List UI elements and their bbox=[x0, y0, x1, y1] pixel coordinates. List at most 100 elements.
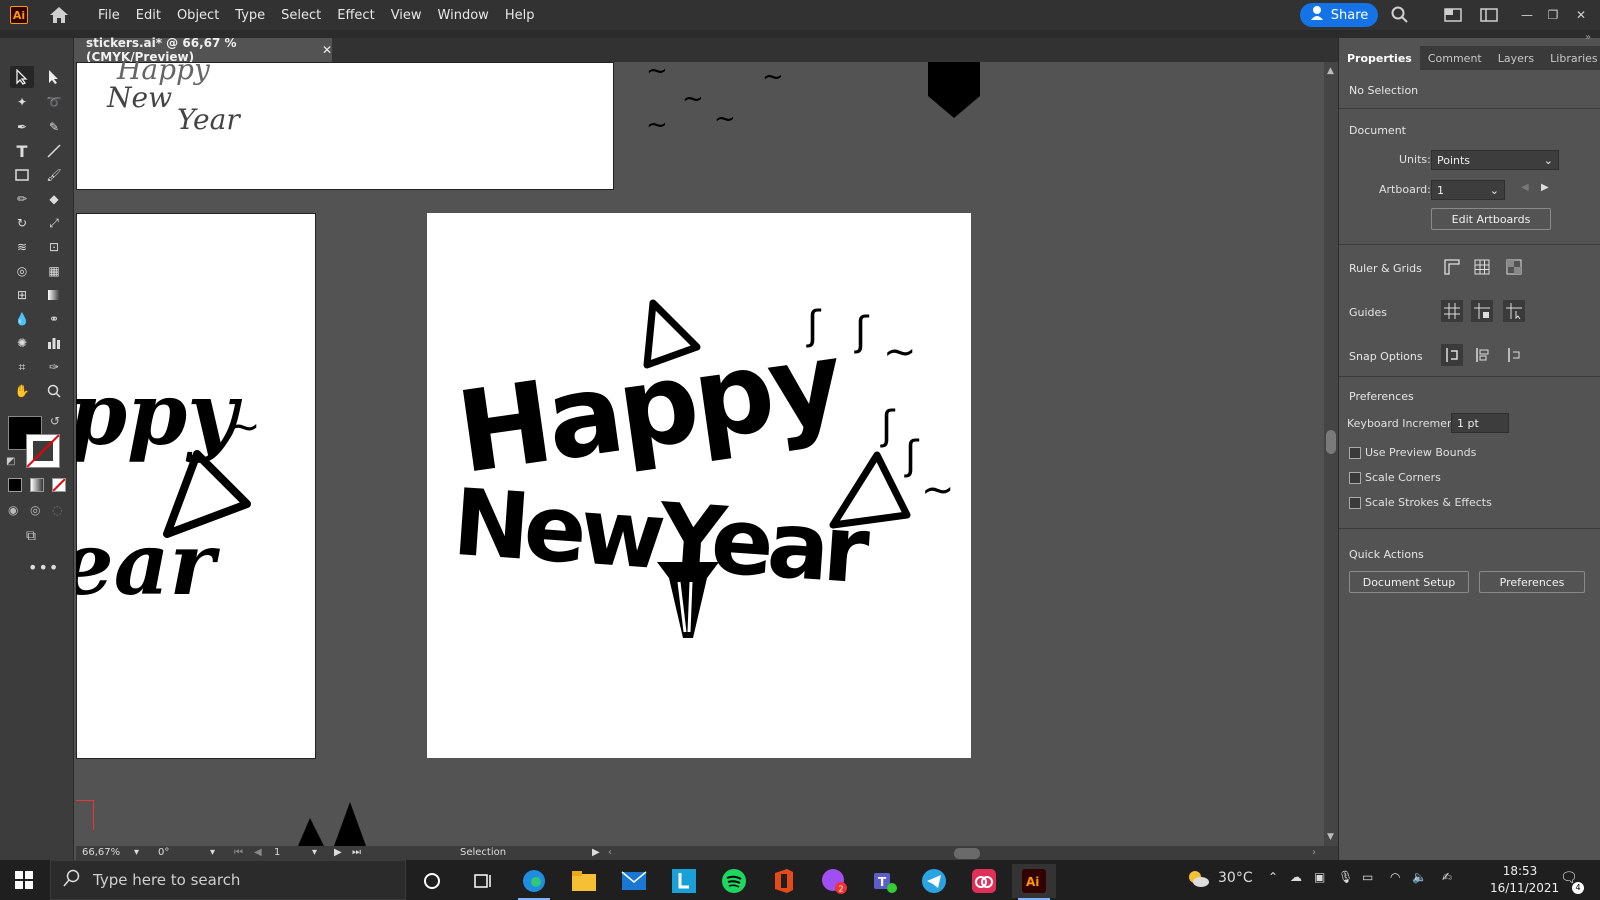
artboard-tool-icon[interactable]: ⌗ bbox=[10, 356, 34, 378]
document-setup-button[interactable]: Document Setup bbox=[1349, 571, 1469, 593]
tab-comment[interactable]: Comment bbox=[1420, 46, 1490, 70]
direct-selection-tool-icon[interactable] bbox=[42, 66, 66, 88]
lucidchart-icon[interactable] bbox=[662, 864, 706, 898]
transparency-grid-icon[interactable] bbox=[1503, 256, 1525, 278]
battery-icon[interactable]: ▭ bbox=[1362, 870, 1373, 884]
onedrive-icon[interactable]: ☁ bbox=[1290, 870, 1302, 884]
blend-tool-icon[interactable]: ⚭ bbox=[42, 308, 66, 330]
artboard-select[interactable]: 1 ⌄ bbox=[1431, 180, 1505, 200]
tab-properties[interactable]: Properties bbox=[1339, 46, 1420, 70]
menu-file[interactable]: File bbox=[90, 8, 128, 23]
scale-strokes-checkbox[interactable]: Scale Strokes & Effects bbox=[1349, 496, 1492, 509]
draw-inside-icon[interactable]: ◌ bbox=[52, 503, 62, 517]
search-icon[interactable] bbox=[1390, 5, 1410, 25]
use-preview-bounds-checkbox[interactable]: Use Preview Bounds bbox=[1349, 446, 1476, 459]
edit-toolbar-icon[interactable]: ••• bbox=[28, 558, 59, 577]
scroll-right-icon[interactable]: › bbox=[1312, 847, 1316, 858]
keyboard-increment-input[interactable]: 1 pt bbox=[1451, 413, 1509, 433]
selection-tool-icon[interactable] bbox=[10, 66, 34, 88]
swap-fill-stroke-icon[interactable]: ↺ bbox=[50, 414, 60, 428]
home-icon[interactable] bbox=[48, 4, 70, 26]
edit-artboards-button[interactable]: Edit Artboards bbox=[1431, 208, 1551, 230]
first-artboard-icon[interactable]: ⏮ bbox=[234, 847, 243, 858]
creative-cloud-icon[interactable] bbox=[962, 864, 1006, 898]
scroll-up-icon[interactable]: ▲ bbox=[1327, 66, 1334, 76]
draw-behind-icon[interactable]: ◎ bbox=[30, 503, 40, 517]
eraser-tool-icon[interactable]: ◆ bbox=[42, 188, 66, 210]
illustrator-taskbar-icon[interactable]: Ai bbox=[1012, 864, 1056, 900]
weather-temperature[interactable]: 30°C bbox=[1218, 870, 1253, 886]
rotation-dropdown-icon[interactable]: ▾ bbox=[210, 847, 215, 858]
edge-browser-icon[interactable] bbox=[512, 864, 556, 900]
scroll-left-icon[interactable]: ‹ bbox=[608, 847, 612, 858]
windows-start-icon[interactable] bbox=[0, 860, 48, 900]
workspace-icon[interactable] bbox=[1479, 5, 1499, 25]
menu-window[interactable]: Window bbox=[430, 8, 497, 23]
screen-mode-icon[interactable]: ⧉ bbox=[26, 528, 36, 544]
volume-icon[interactable]: 🔈 bbox=[1412, 870, 1427, 884]
preferences-button[interactable]: Preferences bbox=[1479, 571, 1585, 593]
menu-help[interactable]: Help bbox=[497, 8, 543, 23]
document-tab[interactable]: stickers.ai* @ 66,67 % (CMYK/Preview) ✕ bbox=[76, 36, 332, 64]
color-mode-icon[interactable] bbox=[8, 478, 22, 492]
canvas[interactable]: Happy New Year ~ ~ ~ ~ ~ ppy ear ~ Happy… bbox=[76, 62, 1324, 846]
vertical-scroll-thumb[interactable] bbox=[1326, 430, 1336, 454]
hand-tool-icon[interactable]: ✋ bbox=[10, 380, 34, 402]
next-artboard-icon[interactable]: ▶ bbox=[1541, 182, 1549, 193]
banner-shape[interactable] bbox=[926, 62, 982, 123]
snap-to-point-icon[interactable] bbox=[1441, 344, 1463, 366]
shaper-tool-icon[interactable]: ✏ bbox=[10, 188, 34, 210]
tab-layers[interactable]: Layers bbox=[1490, 46, 1542, 70]
lasso-icon[interactable]: ➰ bbox=[42, 91, 66, 113]
task-view-icon[interactable] bbox=[460, 864, 504, 898]
mail-icon[interactable] bbox=[612, 864, 656, 898]
checkbox-box[interactable] bbox=[1349, 446, 1361, 459]
weather-icon[interactable] bbox=[1186, 868, 1210, 891]
scale-tool-icon[interactable]: ⤢ bbox=[42, 212, 66, 234]
artboard-number[interactable]: 1 bbox=[274, 847, 280, 858]
minimize-icon[interactable]: — bbox=[1517, 5, 1537, 25]
symbol-sprayer-tool-icon[interactable]: ✺ bbox=[10, 332, 34, 354]
file-explorer-icon[interactable] bbox=[562, 864, 606, 898]
magic-wand-icon[interactable]: ✦ bbox=[10, 91, 34, 113]
column-graph-tool-icon[interactable] bbox=[42, 332, 66, 354]
draw-normal-icon[interactable]: ◉ bbox=[8, 503, 18, 517]
menu-object[interactable]: Object bbox=[169, 8, 227, 23]
pen-tool-icon[interactable]: ✒ bbox=[10, 116, 34, 138]
next-artboard-icon[interactable]: ▶ bbox=[334, 847, 342, 858]
free-transform-tool-icon[interactable]: ⊡ bbox=[42, 236, 66, 258]
lock-guides-icon[interactable] bbox=[1471, 300, 1493, 322]
menu-view[interactable]: View bbox=[383, 8, 430, 23]
taskbar-search-box[interactable]: Type here to search bbox=[50, 860, 406, 900]
spotify-icon[interactable] bbox=[712, 864, 756, 898]
tab-libraries[interactable]: Libraries bbox=[1542, 46, 1600, 70]
zoom-tool-icon[interactable] bbox=[42, 380, 66, 402]
arrange-documents-icon[interactable] bbox=[1443, 5, 1463, 25]
microphone-icon[interactable]: 🎙 bbox=[1338, 870, 1353, 884]
shape-builder-tool-icon[interactable]: ◎ bbox=[10, 260, 34, 282]
clock[interactable]: 18:53 16/11/2021 bbox=[1490, 864, 1559, 895]
rotation-value[interactable]: 0° bbox=[158, 847, 169, 858]
collapse-panel-icon[interactable]: » bbox=[1585, 32, 1591, 43]
close-window-icon[interactable]: ✕ bbox=[1571, 5, 1591, 25]
gradient-tool-icon[interactable] bbox=[42, 284, 66, 306]
warp-tool-icon[interactable]: ≋ bbox=[10, 236, 34, 258]
ruler-icon[interactable] bbox=[1441, 256, 1463, 278]
menu-edit[interactable]: Edit bbox=[128, 8, 169, 23]
stroke-swatch[interactable] bbox=[26, 434, 60, 468]
cortana-icon[interactable] bbox=[410, 864, 454, 898]
gradient-mode-icon[interactable] bbox=[30, 478, 44, 492]
eyedropper-tool-icon[interactable]: 💧 bbox=[10, 308, 34, 330]
wifi-icon[interactable]: ◠ bbox=[1390, 870, 1400, 884]
menu-type[interactable]: Type bbox=[227, 8, 273, 23]
pen-workspace-icon[interactable]: ✍ bbox=[1442, 870, 1452, 884]
messenger-icon[interactable]: 2 bbox=[812, 864, 856, 898]
scroll-down-icon[interactable]: ▼ bbox=[1327, 832, 1334, 842]
perspective-grid-tool-icon[interactable]: ▦ bbox=[42, 260, 66, 282]
horizontal-scroll-thumb[interactable] bbox=[954, 848, 980, 859]
default-fill-stroke-icon[interactable]: ◩ bbox=[6, 456, 15, 467]
smart-guides-icon[interactable] bbox=[1503, 300, 1525, 322]
slice-tool-icon[interactable]: ✑ bbox=[42, 356, 66, 378]
status-menu-icon[interactable]: ▶ bbox=[592, 847, 600, 858]
curvature-tool-icon[interactable]: ✎ bbox=[42, 116, 66, 138]
